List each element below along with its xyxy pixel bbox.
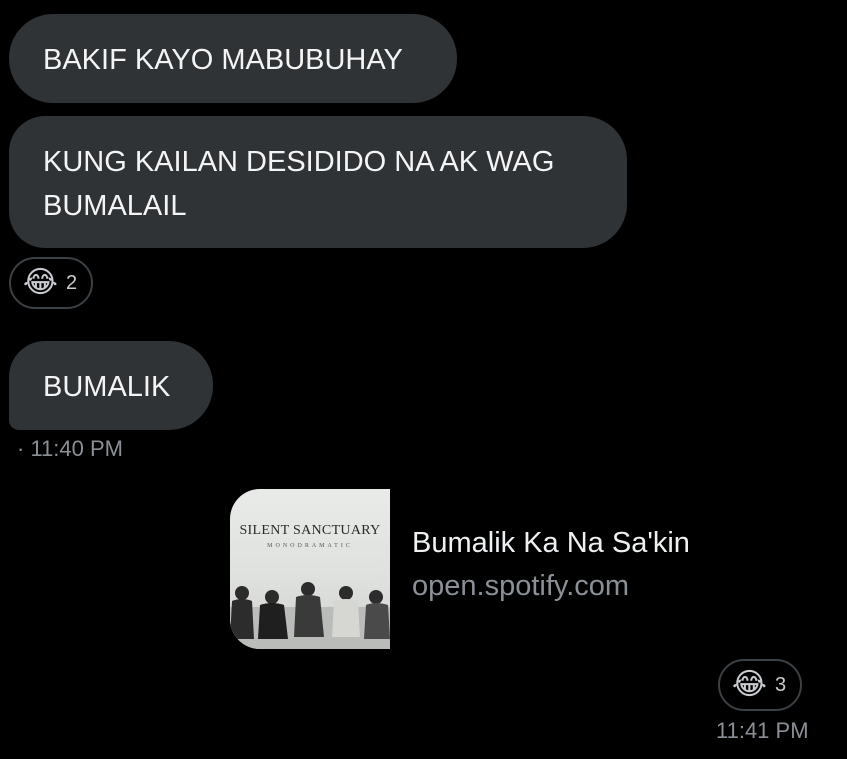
message-text-3: BUMALIK	[43, 371, 171, 403]
message-text-2: KUNG KAILAN DESIDIDO NA AK WAG BUMALAIL	[43, 146, 555, 222]
sent-timestamp: 11:41 PM	[716, 718, 809, 743]
link-domain: open.spotify.com	[412, 570, 630, 602]
received-timestamp: · 11:40 PM	[17, 436, 123, 461]
tears-of-joy-emoji-icon: 😂	[22, 266, 58, 299]
message-bubble-3[interactable]: BUMALIK	[9, 341, 213, 430]
message-text-1: BAKIF KAYO MABUBUHAY	[43, 44, 403, 76]
reaction-pill-2[interactable]: 😂 3	[718, 659, 802, 711]
reaction-count-2: 3	[774, 673, 787, 696]
album-cover-image: SILENT SANCTUARY MONODRAMATIC	[230, 489, 390, 649]
band-photo	[230, 582, 390, 649]
message-bubble-1[interactable]: BAKIF KAYO MABUBUHAY	[9, 14, 457, 103]
reaction-pill-1[interactable]: 😂 2	[9, 257, 93, 309]
reaction-count-1: 2	[65, 271, 78, 294]
link-title[interactable]: Bumalik Ka Na Sa'kin	[412, 527, 690, 560]
spotify-link-card[interactable]: SILENT SANCTUARY MONODRAMATIC Bumalik Ka…	[230, 489, 750, 649]
tears-of-joy-emoji-icon: 😂	[731, 668, 767, 701]
message-bubble-2[interactable]: KUNG KAILAN DESIDIDO NA AK WAG BUMALAIL	[9, 116, 627, 248]
